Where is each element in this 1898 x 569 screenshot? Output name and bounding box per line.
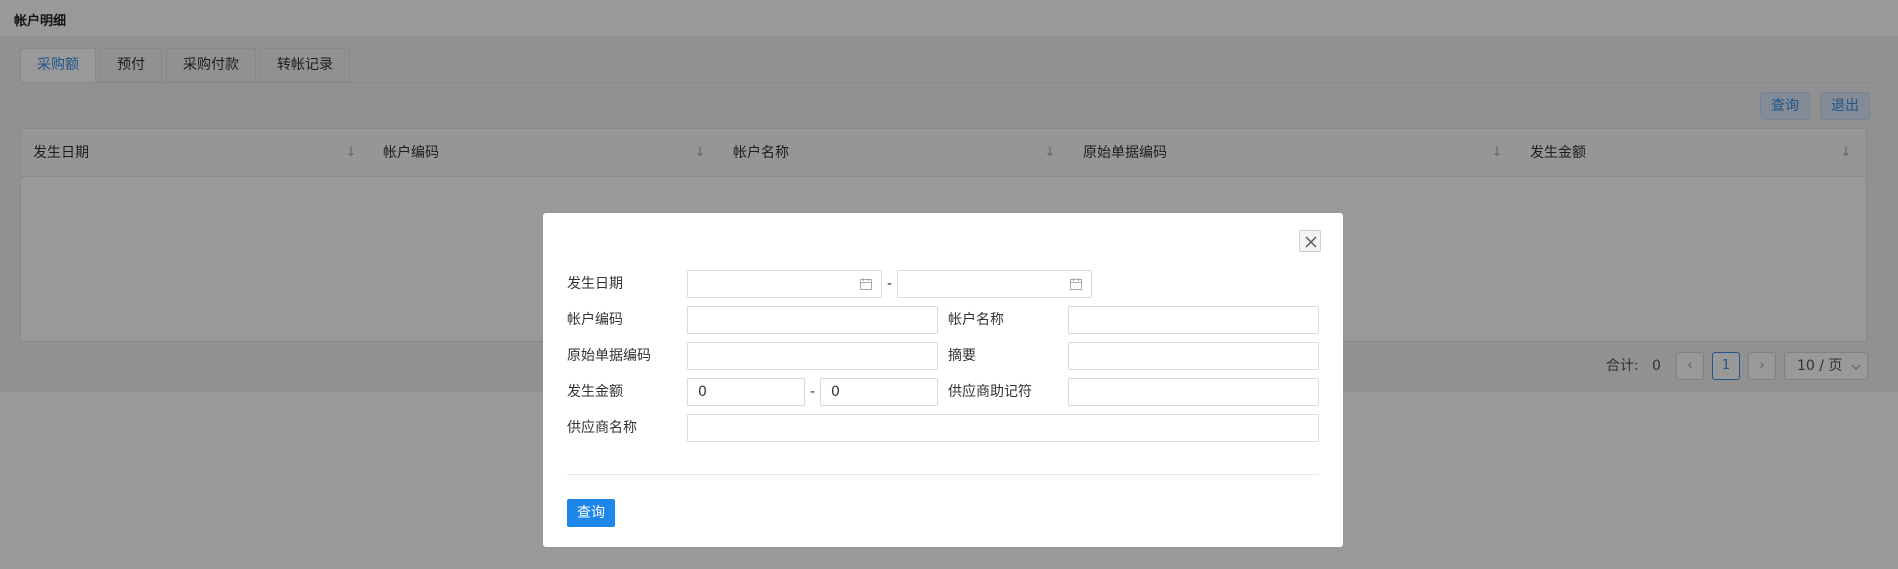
close-icon	[1305, 236, 1317, 248]
amount-label: 发生金额	[567, 384, 623, 400]
date-from-input[interactable]	[687, 270, 882, 298]
summary-input[interactable]	[1068, 342, 1319, 370]
date-to-input[interactable]	[897, 270, 1092, 298]
original-doc-input[interactable]	[687, 342, 938, 370]
amount-to-input[interactable]	[820, 378, 938, 406]
calendar-icon	[1070, 278, 1082, 290]
supplier-name-input[interactable]	[687, 414, 1319, 442]
range-separator: -	[810, 384, 816, 400]
supplier-mnemonic-label: 供应商助记符	[948, 384, 1032, 400]
amount-from-input[interactable]	[687, 378, 805, 406]
range-separator: -	[887, 276, 893, 292]
dialog-divider	[567, 474, 1319, 475]
supplier-name-label: 供应商名称	[567, 420, 637, 436]
calendar-icon	[860, 278, 872, 290]
account-name-label: 帐户名称	[948, 312, 1004, 328]
page: 帐户明细 采购额 预付 采购付款 转帐记录 查询 退出 发生日期 ↓ 帐户编码 …	[0, 0, 1898, 569]
account-name-input[interactable]	[1068, 306, 1319, 334]
close-button[interactable]	[1299, 230, 1321, 252]
summary-label: 摘要	[948, 348, 976, 364]
supplier-mnemonic-input[interactable]	[1068, 378, 1319, 406]
account-code-input[interactable]	[687, 306, 938, 334]
dialog-query-button[interactable]: 查询	[567, 499, 615, 527]
account-code-label: 帐户编码	[567, 312, 623, 328]
date-label: 发生日期	[567, 276, 623, 292]
original-doc-label: 原始单据编码	[567, 348, 651, 364]
search-dialog: 发生日期 - 帐户编码 帐户名称 原始单据编码 摘要 发生金额 0 - 0 供应…	[543, 213, 1343, 547]
